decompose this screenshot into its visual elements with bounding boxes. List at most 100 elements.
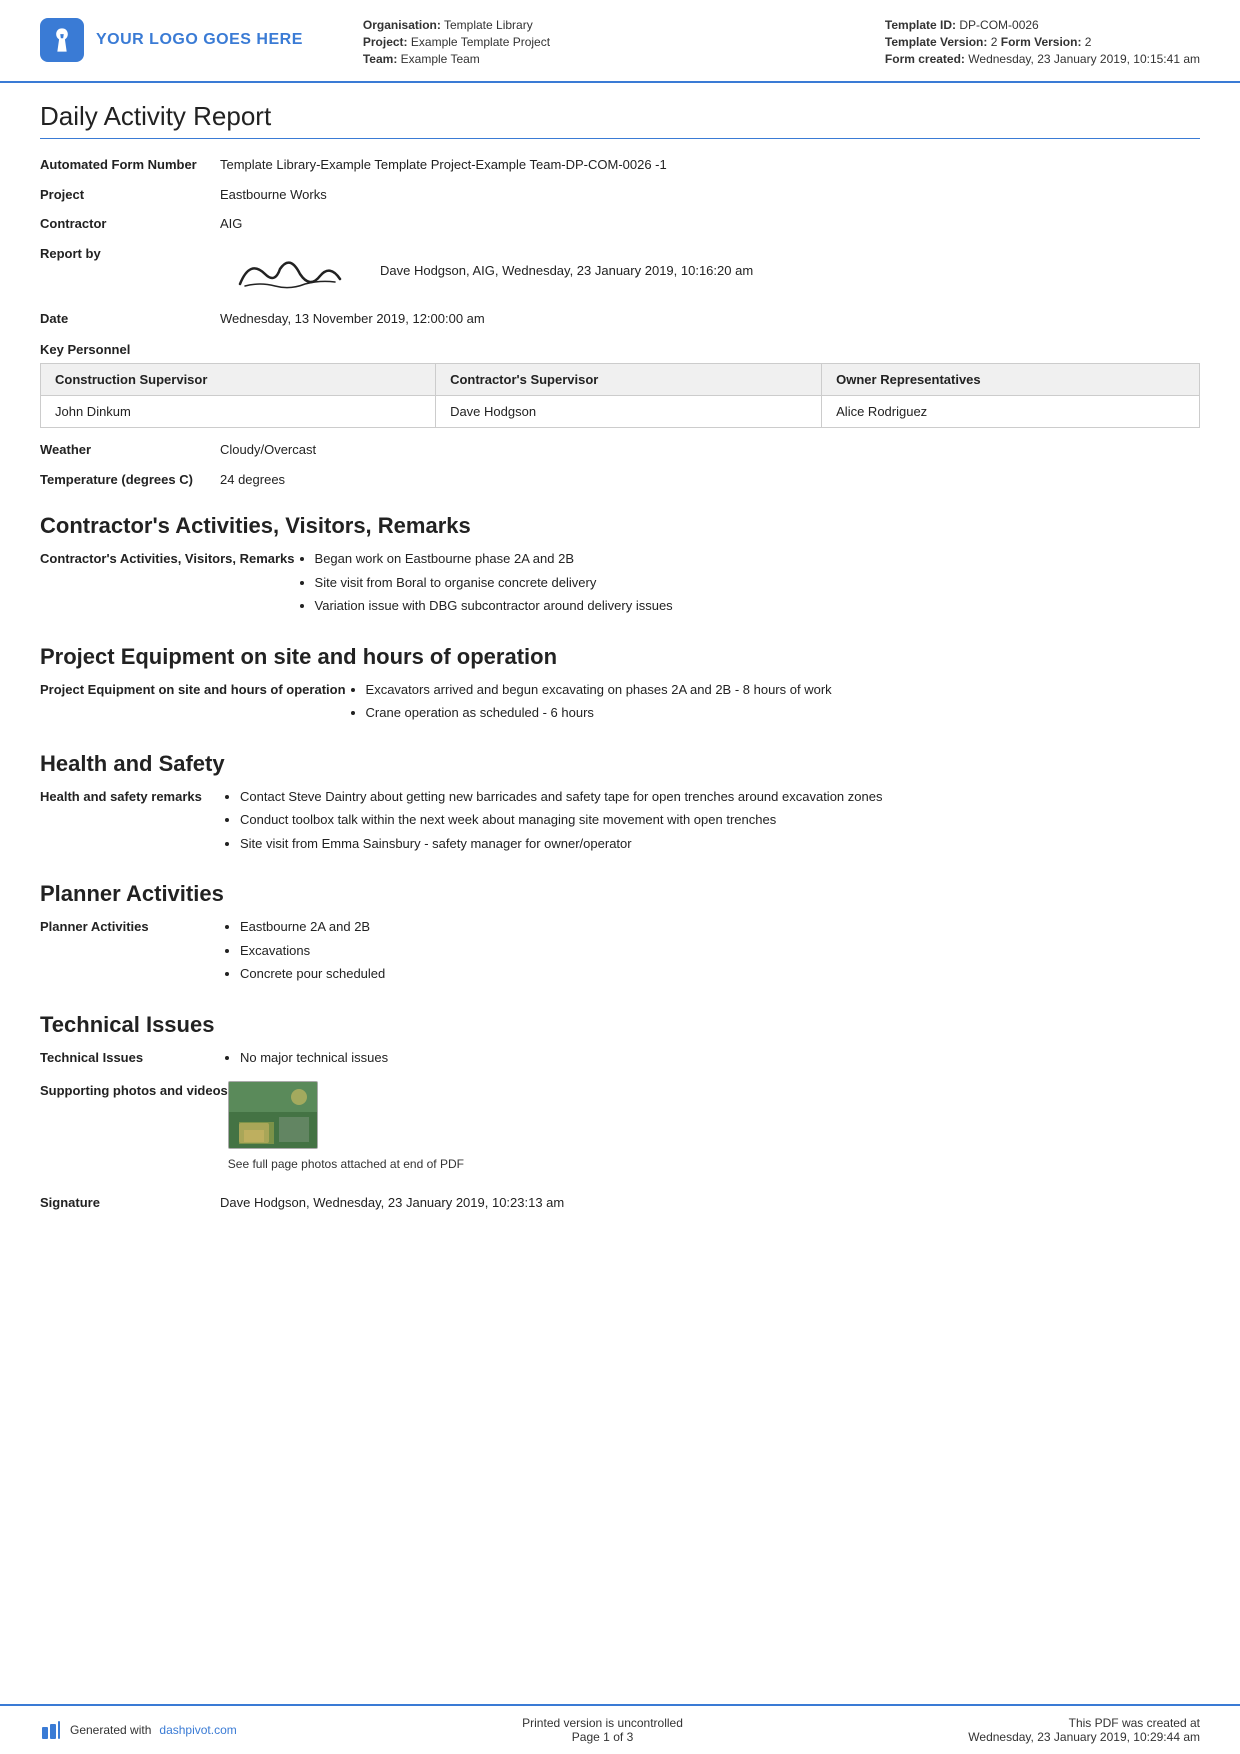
report-by-text: Dave Hodgson, AIG, Wednesday, 23 January… (380, 261, 753, 281)
page-wrapper: YOUR LOGO GOES HERE Organisation: Templa… (0, 0, 1240, 1754)
activities-label: Contractor's Activities, Visitors, Remar… (40, 549, 295, 569)
logo-icon (40, 18, 84, 62)
health-safety-row: Health and safety remarks Contact Steve … (40, 787, 1200, 858)
signature-area-top: Dave Hodgson, AIG, Wednesday, 23 January… (220, 244, 1200, 299)
contractors-supervisor-value: Dave Hodgson (436, 396, 822, 428)
weather-row: Weather Cloudy/Overcast (40, 440, 1200, 460)
header-right: Template ID: DP-COM-0026 Template Versio… (885, 18, 1200, 69)
signature-image (220, 244, 360, 299)
personnel-table: Construction Supervisor Contractor's Sup… (40, 363, 1200, 428)
planner-value: Eastbourne 2A and 2B Excavations Concret… (220, 917, 1200, 988)
logo-svg (48, 26, 76, 54)
equipment-label: Project Equipment on site and hours of o… (40, 680, 346, 700)
date-row: Date Wednesday, 13 November 2019, 12:00:… (40, 309, 1200, 329)
weather-label: Weather (40, 440, 220, 460)
main-content: Daily Activity Report Automated Form Num… (0, 83, 1240, 1704)
planner-item-1: Eastbourne 2A and 2B (240, 917, 1200, 937)
activity-item-3: Variation issue with DBG subcontractor a… (315, 596, 1200, 616)
health-safety-label: Health and safety remarks (40, 787, 220, 807)
footer: Generated with dashpivot.com Printed ver… (0, 1704, 1240, 1754)
technical-value: No major technical issues (220, 1048, 1200, 1072)
template-id-label: Template ID: (885, 18, 956, 32)
footer-right: This PDF was created at Wednesday, 23 Ja… (968, 1716, 1200, 1744)
footer-uncontrolled: Printed version is uncontrolled (522, 1716, 683, 1730)
signature-label: Signature (40, 1193, 220, 1213)
activities-value: Began work on Eastbourne phase 2A and 2B… (295, 549, 1200, 620)
signature-value: Dave Hodgson, Wednesday, 23 January 2019… (220, 1193, 1200, 1213)
form-number-label: Automated Form Number (40, 155, 220, 175)
logo-text: YOUR LOGO GOES HERE (96, 31, 303, 49)
form-number-row: Automated Form Number Template Library-E… (40, 155, 1200, 175)
date-label: Date (40, 309, 220, 329)
project-field-value: Eastbourne Works (220, 185, 1200, 205)
template-version-row: Template Version: 2 Form Version: 2 (885, 35, 1200, 49)
equipment-value: Excavators arrived and begun excavating … (346, 680, 1200, 727)
signature-svg (220, 244, 360, 299)
team-label: Team: (363, 52, 397, 66)
footer-center: Printed version is uncontrolled Page 1 o… (522, 1716, 683, 1744)
contractor-field-row: Contractor AIG (40, 214, 1200, 234)
temperature-value: 24 degrees (220, 470, 1200, 490)
form-version-label: Form Version: (1001, 35, 1082, 49)
org-label: Organisation: (363, 18, 441, 32)
logo-area: YOUR LOGO GOES HERE (40, 18, 303, 62)
planner-label: Planner Activities (40, 917, 220, 937)
technical-list: No major technical issues (220, 1048, 1200, 1068)
contractor-field-label: Contractor (40, 214, 220, 234)
project-row: Project: Example Template Project (363, 35, 865, 49)
org-value: Template Library (444, 18, 533, 32)
equipment-item-2: Crane operation as scheduled - 6 hours (366, 703, 1200, 723)
equipment-row: Project Equipment on site and hours of o… (40, 680, 1200, 727)
owner-rep-value: Alice Rodriguez (822, 396, 1200, 428)
activity-item-2: Site visit from Boral to organise concre… (315, 573, 1200, 593)
footer-pdf-created-value: Wednesday, 23 January 2019, 10:29:44 am (968, 1730, 1200, 1744)
footer-page-of: of (613, 1730, 623, 1744)
health-safety-item-3: Site visit from Emma Sainsbury - safety … (240, 834, 1200, 854)
temperature-label: Temperature (degrees C) (40, 470, 220, 490)
equipment-list: Excavators arrived and begun excavating … (346, 680, 1200, 723)
equipment-heading: Project Equipment on site and hours of o… (40, 644, 1200, 670)
technical-heading: Technical Issues (40, 1012, 1200, 1038)
col-owner-representatives: Owner Representatives (822, 364, 1200, 396)
report-by-label: Report by (40, 244, 220, 264)
planner-item-3: Concrete pour scheduled (240, 964, 1200, 984)
footer-link[interactable]: dashpivot.com (159, 1723, 236, 1737)
template-id-row: Template ID: DP-COM-0026 (885, 18, 1200, 32)
planner-heading: Planner Activities (40, 881, 1200, 907)
technical-item-1: No major technical issues (240, 1048, 1200, 1068)
header: YOUR LOGO GOES HERE Organisation: Templa… (0, 0, 1240, 83)
activities-heading: Contractor's Activities, Visitors, Remar… (40, 513, 1200, 539)
footer-page-info: Page 1 of 3 (522, 1730, 683, 1744)
equipment-item-1: Excavators arrived and begun excavating … (366, 680, 1200, 700)
photo-svg (229, 1082, 318, 1149)
technical-label: Technical Issues (40, 1048, 220, 1068)
planner-row: Planner Activities Eastbourne 2A and 2B … (40, 917, 1200, 988)
health-safety-value: Contact Steve Daintry about getting new … (220, 787, 1200, 858)
team-value: Example Team (401, 52, 480, 66)
activities-list: Began work on Eastbourne phase 2A and 2B… (295, 549, 1200, 616)
project-field-row: Project Eastbourne Works (40, 185, 1200, 205)
technical-row: Technical Issues No major technical issu… (40, 1048, 1200, 1072)
form-created-value: Wednesday, 23 January 2019, 10:15:41 am (968, 52, 1200, 66)
health-safety-item-2: Conduct toolbox talk within the next wee… (240, 810, 1200, 830)
activities-row: Contractor's Activities, Visitors, Remar… (40, 549, 1200, 620)
health-safety-heading: Health and Safety (40, 751, 1200, 777)
form-created-row: Form created: Wednesday, 23 January 2019… (885, 52, 1200, 66)
report-by-field: Dave Hodgson, AIG, Wednesday, 23 January… (220, 244, 1200, 299)
dashpivot-logo-icon (40, 1719, 62, 1741)
date-value: Wednesday, 13 November 2019, 12:00:00 am (220, 309, 1200, 329)
contractor-field-value: AIG (220, 214, 1200, 234)
temperature-row: Temperature (degrees C) 24 degrees (40, 470, 1200, 490)
health-safety-item-1: Contact Steve Daintry about getting new … (240, 787, 1200, 807)
project-field-label: Project (40, 185, 220, 205)
col-construction-supervisor: Construction Supervisor (41, 364, 436, 396)
footer-left: Generated with dashpivot.com (40, 1719, 237, 1741)
form-version-value: 2 (1085, 35, 1092, 49)
report-by-row: Report by Dave Hodgson, AIG, Wednesday, … (40, 244, 1200, 299)
project-value: Example Template Project (411, 35, 550, 49)
signature-row: Signature Dave Hodgson, Wednesday, 23 Ja… (40, 1193, 1200, 1213)
team-row: Team: Example Team (363, 52, 865, 66)
supporting-row: Supporting photos and videos See full pa… (40, 1081, 1200, 1183)
key-personnel-label: Key Personnel (40, 342, 1200, 357)
template-id-value: DP-COM-0026 (959, 18, 1038, 32)
